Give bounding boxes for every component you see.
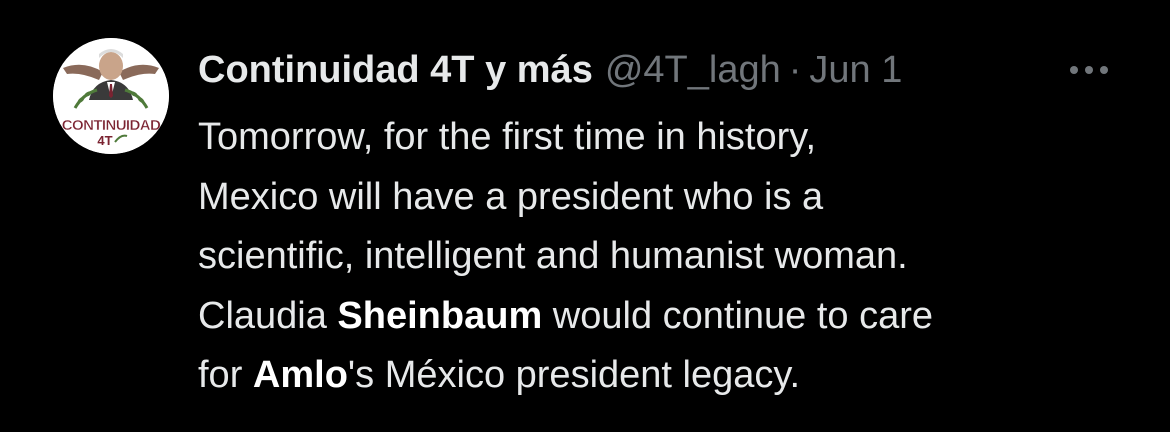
author-handle[interactable]: @4T_lagh [605, 44, 781, 96]
tweet-text-segment: would continue to care [542, 294, 934, 337]
tweet-card[interactable]: CONTINUIDAD 4T Continuidad 4T y más @4T_… [0, 0, 1170, 432]
tweet-header: Continuidad 4T y más @4T_lagh · Jun 1 [198, 44, 902, 96]
tweet-text-line-2: Mexico will have a president who is a [198, 175, 824, 218]
bold-keyword-amlo: Amlo [252, 354, 348, 396]
author-display-name[interactable]: Continuidad 4T y más [198, 44, 593, 96]
tweet-text-line-4: Claudia Sheinbaum would continue to care [198, 287, 1128, 347]
tweet-text-line-1: Tomorrow, for the first time in history, [198, 116, 817, 158]
author-avatar[interactable]: CONTINUIDAD 4T [53, 38, 169, 154]
more-options-button[interactable] [1062, 50, 1116, 90]
svg-text:CONTINUIDAD: CONTINUIDAD [62, 117, 161, 134]
tweet-body: Tomorrow, for the first time in history,… [198, 108, 1128, 406]
tweet-text-segment: Claudia [198, 294, 338, 337]
svg-text:4T: 4T [97, 133, 112, 148]
tweet-timestamp[interactable]: Jun 1 [809, 44, 902, 96]
header-separator: · [788, 49, 802, 91]
tweet-text-segment: for [198, 354, 253, 396]
tweet-text-segment: 's México president legacy. [347, 354, 801, 396]
bold-keyword-sheinbaum: Sheinbaum [337, 294, 543, 337]
profile-avatar-icon: CONTINUIDAD 4T [53, 38, 169, 154]
tweet-text-line-3: scientific, intelligent and humanist wom… [198, 235, 908, 277]
more-options-icon [1070, 66, 1108, 74]
tweet-text-line-5: for Amlo's México president legacy. [198, 346, 1128, 406]
